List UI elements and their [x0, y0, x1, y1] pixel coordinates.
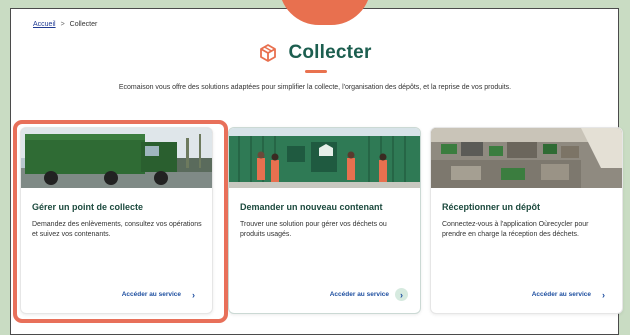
chevron-right-icon: › [602, 289, 605, 300]
breadcrumb-home-link[interactable]: Accueil [33, 21, 56, 28]
title-underline [305, 70, 327, 73]
page-intro: Ecomaison vous offre des solutions adapt… [118, 84, 512, 91]
card-title: Réceptionner un dépôt [442, 202, 541, 212]
card-description: Trouver une solution pour gérer vos déch… [240, 221, 387, 238]
access-service-link[interactable]: Accéder au service › [532, 288, 610, 301]
breadcrumb-separator: > [60, 21, 65, 28]
access-service-link[interactable]: Accéder au service › [330, 288, 408, 301]
step-badge [279, 0, 371, 25]
breadcrumb: Accueil > Collecter [33, 21, 97, 28]
container-team-photo [229, 128, 420, 188]
box-icon [258, 43, 278, 63]
page-title: Collecter [288, 42, 372, 63]
page-header: Collecter [0, 42, 630, 64]
chevron-right-icon: › [395, 288, 408, 301]
highlight-outline [13, 120, 228, 323]
card-title: Demander un nouveau contenant [240, 202, 383, 212]
card-description: Connectez-vous à l'application Oùrecycle… [442, 221, 589, 238]
service-card-request-container[interactable]: Demander un nouveau contenant Trouver un… [228, 127, 421, 314]
cta-label: Accéder au service [531, 291, 591, 298]
service-card-receive-deposit[interactable]: Réceptionner un dépôt Connectez-vous à l… [430, 127, 623, 314]
cta-label: Accéder au service [329, 291, 389, 298]
warehouse-photo [431, 128, 622, 188]
breadcrumb-current: Collecter [69, 21, 98, 28]
